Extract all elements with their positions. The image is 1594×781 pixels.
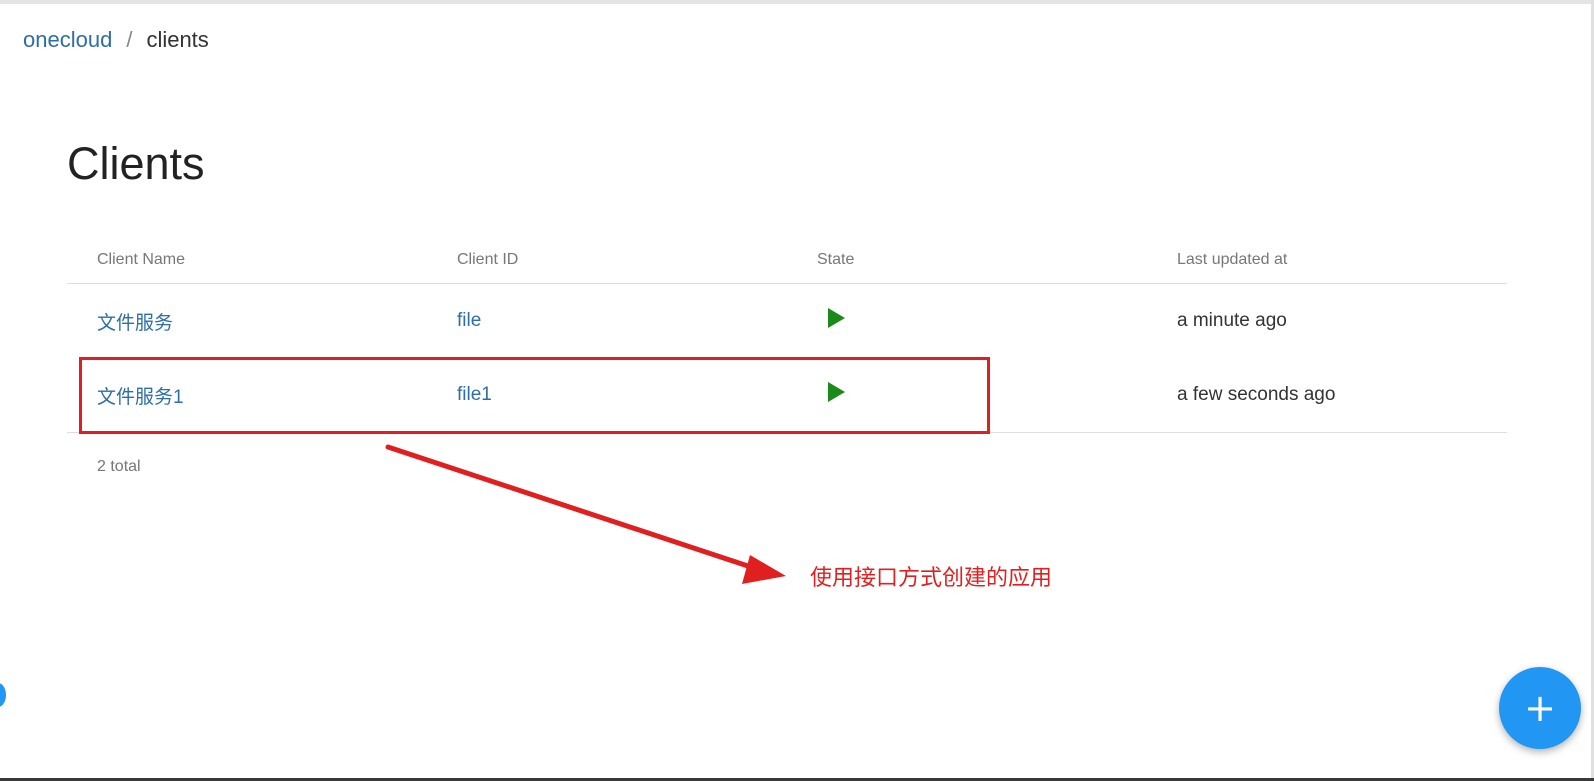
header-last-updated[interactable]: Last updated at [1177, 251, 1287, 269]
annotation-text: 使用接口方式创建的应用 [810, 566, 1053, 591]
breadcrumb-separator: / [126, 27, 133, 52]
header-state[interactable]: State [817, 251, 854, 269]
annotation-highlight-box [79, 357, 990, 434]
page-title: Clients [67, 138, 205, 189]
header-client-name[interactable]: Client Name [97, 251, 185, 269]
breadcrumb-current: clients [146, 27, 209, 52]
header-client-id[interactable]: Client ID [457, 251, 518, 269]
breadcrumb-link-onecloud[interactable]: onecloud [23, 27, 112, 53]
table-row[interactable]: 文件服务 file a minute ago [67, 284, 1507, 358]
play-icon [828, 308, 845, 328]
help-icon[interactable] [0, 683, 6, 707]
breadcrumb: onecloud / clients [23, 27, 209, 53]
add-client-button[interactable]: + [1499, 667, 1581, 749]
state-cell [817, 308, 845, 334]
client-name-link[interactable]: 文件服务 [97, 308, 173, 335]
top-divider [0, 0, 1594, 4]
last-updated: a few seconds ago [1177, 384, 1336, 405]
table-header-row: Client Name Client ID State Last updated… [67, 236, 1507, 284]
client-id-link[interactable]: file [457, 310, 481, 332]
page: onecloud / clients Clients Client Name C… [0, 0, 1594, 781]
last-updated: a minute ago [1177, 310, 1287, 331]
total-count: 2 total [97, 458, 141, 475]
